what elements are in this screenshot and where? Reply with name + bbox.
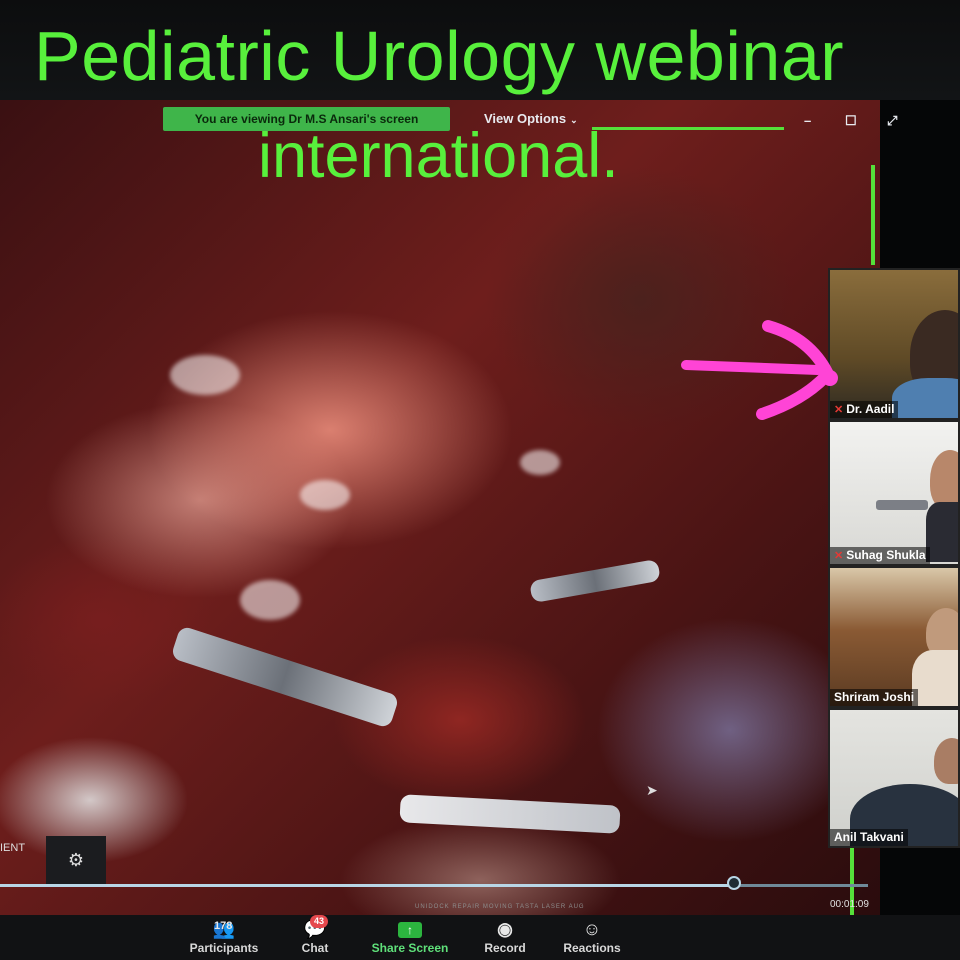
reactions-button[interactable]: ☺ Reactions [560, 915, 624, 960]
chat-badge: 43 [310, 915, 329, 928]
video-ticker: UNIDOCK REPAIR MOVING TASTA LASER AUG [415, 904, 585, 910]
video-tile-suhag[interactable]: ✕ Suhag Shukla [828, 420, 960, 566]
participant-name: Suhag Shukla [846, 548, 926, 562]
participant-shirt [926, 502, 958, 562]
chat-label: Chat [301, 941, 329, 955]
share-screen-icon: ↑ [398, 922, 422, 939]
participant-name-label: Anil Takvani [830, 829, 908, 846]
participants-count: 178 [214, 920, 233, 932]
participant-name: Anil Takvani [834, 830, 904, 844]
instrument-icon: ⚙ [67, 850, 85, 870]
video-tile-shriram[interactable]: Shriram Joshi [828, 566, 960, 708]
participants-button[interactable]: 👥 178 Participants [186, 915, 262, 960]
video-progress-fill [0, 884, 735, 887]
video-tile-anil[interactable]: Anil Takvani [828, 708, 960, 848]
maximize-button[interactable]: ☐ [845, 113, 857, 129]
video-progress-bar[interactable] [0, 876, 868, 890]
reactions-icon: ☺ [582, 919, 602, 939]
surgical-instrument [529, 558, 661, 604]
tissue-highlight [170, 355, 240, 395]
tissue-highlight [240, 580, 300, 620]
record-button[interactable]: ◉ Record [480, 915, 530, 960]
share-screen-button[interactable]: ↑ Share Screen [368, 915, 452, 960]
participant-shirt [892, 378, 958, 418]
view-options-label: View Options [484, 111, 567, 126]
record-icon: ◉ [497, 919, 513, 939]
tissue-highlight [520, 450, 560, 475]
overlay-title-line1: Pediatric Urology webinar [34, 17, 845, 95]
record-label: Record [484, 941, 526, 955]
view-options-button[interactable]: View Options ⌄ [484, 111, 578, 126]
share-screen-label: Share Screen [371, 941, 449, 955]
muted-mic-icon: ✕ [834, 550, 844, 562]
participant-name: Dr. Aadil [846, 402, 895, 416]
participant-avatar [930, 450, 958, 510]
overlay-border-right [871, 165, 875, 265]
chevron-down-icon: ⌄ [570, 115, 578, 125]
mouse-cursor-icon: ➤ [646, 782, 658, 798]
surgical-instrument [170, 625, 400, 729]
video-timecode: 00:01:09 [830, 899, 869, 910]
participant-shirt [912, 650, 958, 706]
pip-thumbnail[interactable]: ⚙ [46, 836, 106, 884]
participant-avatar [934, 738, 958, 784]
participant-name-label: ✕ Suhag Shukla [830, 547, 930, 564]
meeting-toolbar: 👥 178 Participants 💬 43 Chat ↑ Share Scr… [0, 915, 960, 960]
pip-label: IENT [0, 842, 26, 854]
suture-tube [399, 794, 621, 834]
shelf-object [876, 500, 928, 510]
participants-label: Participants [189, 941, 259, 955]
fullscreen-button[interactable]: ⤢ [887, 113, 897, 129]
tissue-highlight [300, 480, 350, 510]
minimize-button[interactable]: – [804, 113, 811, 128]
reactions-label: Reactions [563, 941, 621, 955]
participant-name: Shriram Joshi [834, 690, 915, 704]
chat-button[interactable]: 💬 43 Chat [292, 915, 338, 960]
overlay-underline [592, 127, 784, 130]
viewing-screen-banner: You are viewing Dr M.S Ansari's screen [163, 107, 450, 131]
shared-screen-video[interactable] [0, 100, 880, 915]
annotation-arrow-icon [681, 320, 838, 420]
participant-name-label: Shriram Joshi [830, 689, 919, 706]
